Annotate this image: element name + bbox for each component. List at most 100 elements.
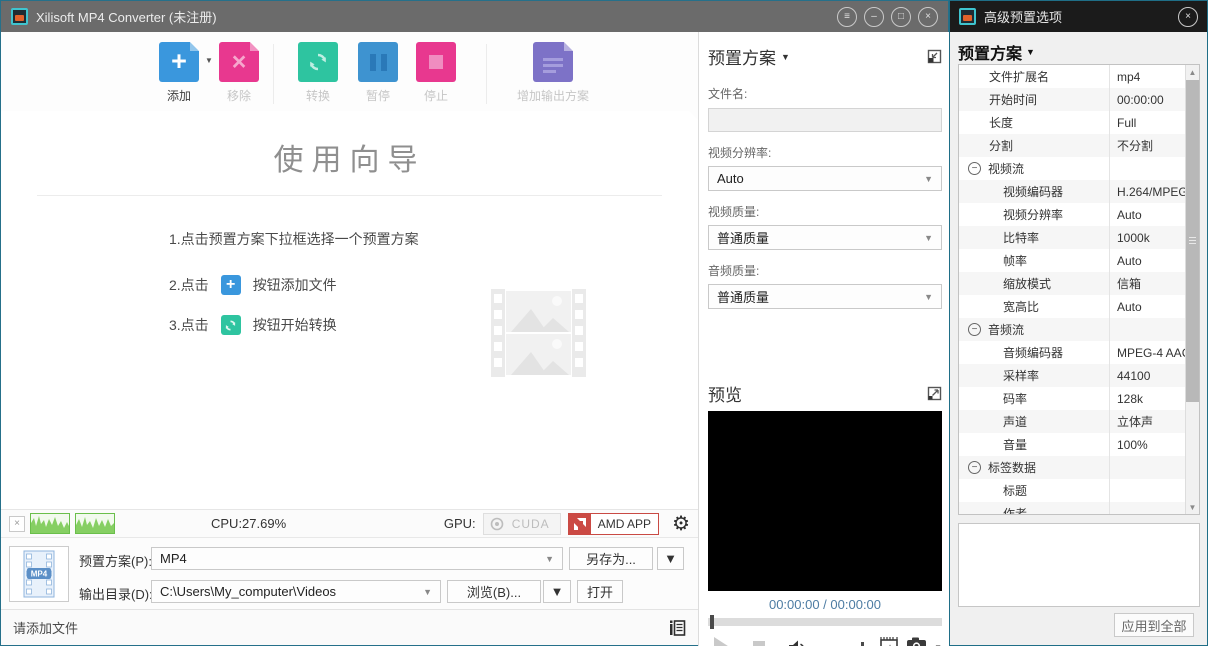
scroll-down-icon[interactable]: ▼ <box>1186 500 1199 514</box>
gear-icon[interactable]: ⚙ <box>672 514 690 534</box>
resolution-select[interactable]: Auto▼ <box>708 166 942 191</box>
wizard-area: 使用向导 1.点击预置方案下拉框选择一个预置方案 2.点击 + 按钮添加文件 3… <box>1 111 698 509</box>
table-row[interactable]: 作者 <box>959 502 1186 515</box>
row-value: mp4 <box>1109 65 1186 88</box>
stop-playback-button[interactable] <box>753 641 765 646</box>
table-row[interactable]: 采样率44100 <box>959 364 1186 387</box>
advanced-titlebar[interactable]: 高级预置选项 × <box>950 1 1207 32</box>
convert-button[interactable]: 转换 <box>298 42 338 104</box>
preset-panel-title[interactable]: 预置方案 <box>708 44 776 69</box>
row-label: 帧率 <box>959 252 1109 269</box>
save-as-dropdown-button[interactable]: ▼ <box>657 547 684 570</box>
row-value: Full <box>1109 111 1186 134</box>
remove-button[interactable]: × 移除 <box>219 42 259 104</box>
scrollbar-thumb[interactable] <box>1186 80 1199 402</box>
row-label: −标签数据 <box>959 459 1109 476</box>
main-titlebar[interactable]: Xilisoft MP4 Converter (未注册) ≡ – □ × <box>1 1 948 32</box>
save-as-button[interactable]: 另存为... <box>569 547 653 570</box>
table-row[interactable]: 音频编码器MPEG-4 AAC <box>959 341 1186 364</box>
table-row[interactable]: 文件扩展名mp4 <box>959 65 1186 88</box>
amd-app-toggle-button[interactable]: AMD APP <box>568 513 659 535</box>
close-icon: × <box>925 12 931 22</box>
row-label: 音量 <box>959 436 1109 453</box>
minimize-icon: – <box>871 12 877 22</box>
speaker-icon[interactable] <box>787 640 807 646</box>
resolution-label: 视频分辨率: <box>708 144 942 161</box>
table-row[interactable]: 视频分辨率Auto <box>959 203 1186 226</box>
row-value: Auto <box>1109 203 1186 226</box>
minimize-button[interactable]: – <box>864 7 884 27</box>
preset-combobox[interactable]: MP4▼ <box>151 547 563 570</box>
status-message: 请添加文件 <box>13 618 78 637</box>
table-row[interactable]: 宽高比Auto <box>959 295 1186 318</box>
table-row[interactable]: 帧率Auto <box>959 249 1186 272</box>
browse-button[interactable]: 浏览(B)... <box>447 580 541 603</box>
video-quality-label: 视频质量: <box>708 203 942 220</box>
row-label: 文件扩展名 <box>959 68 1109 85</box>
add-button[interactable]: + ▼ 添加 <box>159 42 199 104</box>
menu-button[interactable]: ≡ <box>837 7 857 27</box>
window-title: Xilisoft MP4 Converter (未注册) <box>36 7 217 26</box>
play-button[interactable] <box>714 637 731 646</box>
collapse-minus-icon[interactable]: − <box>968 461 981 474</box>
collapse-minus-icon[interactable]: − <box>968 162 981 175</box>
video-quality-select[interactable]: 普通质量▼ <box>708 225 942 250</box>
table-row[interactable]: 音量100% <box>959 433 1186 456</box>
table-row[interactable]: 视频编码器H.264/MPEG <box>959 180 1186 203</box>
apply-to-all-button[interactable]: 应用到全部 <box>1114 613 1194 637</box>
row-value: Auto <box>1109 249 1186 272</box>
advanced-preset-header[interactable]: 预置方案 ▼ <box>958 40 1035 64</box>
row-value: MPEG-4 AAC <box>1109 341 1186 364</box>
maximize-icon: □ <box>898 12 904 22</box>
audio-quality-select[interactable]: 普通质量▼ <box>708 284 942 309</box>
table-row[interactable]: 标题 <box>959 479 1186 502</box>
snapshot-to-file-icon[interactable]: ★ <box>880 636 900 646</box>
close-button[interactable]: × <box>1178 7 1198 27</box>
close-button[interactable]: × <box>918 7 938 27</box>
convert-sync-icon <box>298 42 338 82</box>
open-button[interactable]: 打开 <box>577 580 623 603</box>
table-row[interactable]: 码率128k <box>959 387 1186 410</box>
table-row[interactable]: 缩放模式信箱 <box>959 272 1186 295</box>
close-icon: × <box>1185 12 1191 22</box>
chevron-down-icon[interactable]: ▼ <box>205 56 213 65</box>
pause-button[interactable]: 暂停 <box>358 42 398 104</box>
table-row[interactable]: 开始时间00:00:00 <box>959 88 1186 111</box>
table-row[interactable]: 声道立体声 <box>959 410 1186 433</box>
table-row[interactable]: 比特率1000k <box>959 226 1186 249</box>
preview-video[interactable] <box>708 411 942 591</box>
close-meters-button[interactable]: × <box>9 516 25 532</box>
seek-bar[interactable] <box>708 618 942 626</box>
table-row[interactable]: −音频流 <box>959 318 1186 341</box>
camera-snapshot-icon[interactable] <box>906 637 928 646</box>
collapse-minus-icon[interactable]: − <box>968 323 981 336</box>
browse-dropdown-button[interactable]: ▼ <box>543 580 571 603</box>
table-row[interactable]: −标签数据 <box>959 456 1186 479</box>
add-profile-button[interactable]: 增加输出方案 <box>517 42 589 104</box>
stop-button[interactable]: 停止 <box>416 42 456 104</box>
performance-bar: × CPU:27.69% GPU: CUDA AMD APP <box>1 509 698 537</box>
output-dir-combobox[interactable]: C:\Users\My_computer\Videos▼ <box>151 580 441 603</box>
filename-input[interactable] <box>708 108 942 132</box>
chevron-down-icon: ▼ <box>924 292 933 302</box>
row-value <box>1109 157 1186 180</box>
table-scrollbar[interactable]: ▲ ▼ <box>1185 65 1199 514</box>
table-row[interactable]: 分割不分割 <box>959 134 1186 157</box>
table-row[interactable]: −视频流 <box>959 157 1186 180</box>
chevron-down-icon[interactable]: ▼ <box>781 52 790 62</box>
nvidia-logo-icon <box>488 517 506 531</box>
cuda-toggle-button[interactable]: CUDA <box>483 513 561 535</box>
preset-description-box[interactable] <box>958 523 1200 607</box>
expand-preview-icon[interactable] <box>927 386 942 401</box>
table-row[interactable]: 长度Full <box>959 111 1186 134</box>
scroll-up-icon[interactable]: ▲ <box>1186 65 1199 79</box>
seek-handle[interactable] <box>710 615 714 629</box>
maximize-button[interactable]: □ <box>891 7 911 27</box>
row-value: 信箱 <box>1109 272 1186 295</box>
output-settings-bar: MP4 预置方案(P): MP4▼ 另存为... ▼ 输出目录(D): C:\U… <box>1 537 698 609</box>
task-info-icon[interactable] <box>668 619 686 637</box>
row-label: 缩放模式 <box>959 275 1109 292</box>
volume-handle[interactable] <box>861 642 864 646</box>
dock-panel-icon[interactable] <box>927 49 942 64</box>
chevron-down-icon: ▼ <box>1026 47 1035 57</box>
